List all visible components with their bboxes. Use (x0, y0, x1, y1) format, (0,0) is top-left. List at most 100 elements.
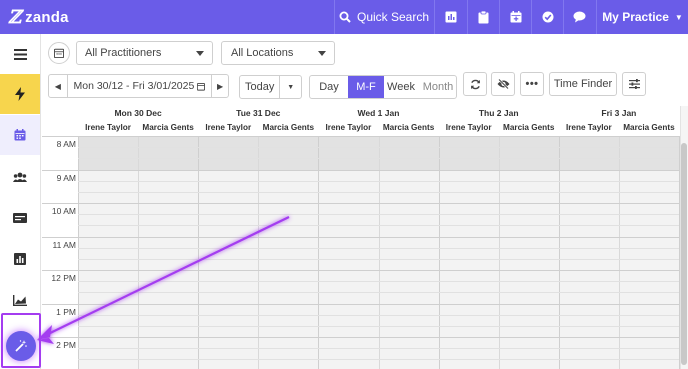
sidebar-item-dashboard[interactable] (0, 74, 40, 114)
day-column-header[interactable]: Mon 30 Dec (78, 108, 198, 120)
menu-icon (13, 48, 27, 60)
chevron-down-icon (318, 51, 326, 56)
eye-slash-icon (497, 79, 509, 89)
today-split-button: Today ▼ (239, 75, 302, 99)
hour-line (42, 337, 679, 338)
sidebar-menu-toggle[interactable] (0, 34, 40, 74)
time-label: 2 PM (56, 340, 76, 350)
more-options-button[interactable]: ••• (520, 72, 544, 96)
hour-line (42, 170, 679, 171)
sidebar-item-billing[interactable] (0, 198, 40, 238)
practitioner-column-header[interactable]: Irene Taylor (78, 123, 138, 135)
day-column-header[interactable]: Fri 3 Jan (559, 108, 679, 120)
mini-calendar-button[interactable] (48, 42, 70, 64)
practitioner-column-header[interactable]: Irene Taylor (559, 123, 619, 135)
day-column-header[interactable]: Wed 1 Jan (318, 108, 438, 120)
calendar-icon (14, 129, 26, 141)
previous-week-button[interactable]: ◀ (49, 82, 67, 91)
practitioner-column-header[interactable]: Marcia Gents (379, 123, 439, 135)
sliders-icon (628, 79, 640, 89)
slot-line (78, 214, 679, 215)
view-mf-button[interactable]: M-F (348, 76, 384, 98)
calendar-scrollbar-thumb[interactable] (681, 143, 687, 365)
magic-tools-button[interactable] (6, 331, 36, 361)
next-week-button[interactable]: ▶ (212, 82, 228, 91)
tasks-shortcut-button[interactable] (467, 0, 499, 34)
zanda-logo-mark: ℤ (8, 7, 22, 28)
hide-cancelled-button[interactable] (491, 72, 515, 96)
hour-line (42, 136, 679, 137)
zanda-logo[interactable]: ℤ zanda (8, 7, 69, 28)
reports-shortcut-button[interactable] (434, 0, 466, 34)
practitioner-column-header[interactable]: Marcia Gents (138, 123, 198, 135)
slot-line (78, 348, 679, 349)
practitioner-column-header[interactable]: Marcia Gents (619, 123, 679, 135)
view-day-button[interactable]: Day (311, 76, 347, 98)
calendar-icon[interactable] (197, 82, 206, 91)
day-column-header[interactable]: Thu 2 Jan (439, 108, 559, 120)
practitioner-column-header[interactable]: Irene Taylor (318, 123, 378, 135)
slot-line (78, 315, 679, 316)
practitioners-dropdown[interactable]: All Practitioners (76, 41, 213, 65)
practitioner-column-header[interactable]: Irene Taylor (439, 123, 499, 135)
slot-line (78, 259, 679, 260)
slot-line (78, 248, 679, 249)
sidebar-item-reports[interactable] (0, 239, 40, 279)
hour-line (42, 203, 679, 204)
clients-icon (13, 172, 27, 182)
more-icon: ••• (525, 78, 539, 90)
chevron-down-icon[interactable]: ▼ (280, 84, 301, 91)
view-week-button[interactable]: Week (384, 76, 418, 98)
calendar-settings-button[interactable] (622, 72, 646, 96)
slot-line (78, 181, 679, 182)
view-switcher: Day M-F Week Month (309, 75, 457, 99)
practitioner-column-header[interactable]: Irene Taylor (198, 123, 258, 135)
hour-line (42, 270, 679, 271)
today-button[interactable]: Today (240, 81, 279, 93)
messages-shortcut-button[interactable] (563, 0, 595, 34)
date-range-label[interactable]: Mon 30/12 - Fri 3/01/2025 (68, 80, 195, 92)
time-label: 10 AM (51, 206, 76, 216)
brand-name: zanda (25, 9, 69, 26)
time-label: 1 PM (56, 307, 76, 317)
quick-search-label: Quick Search (356, 10, 430, 24)
slot-line (78, 147, 679, 148)
check-circle-icon (542, 11, 553, 23)
locations-dropdown-value: All Locations (231, 47, 294, 59)
sidebar-item-clients[interactable] (0, 157, 40, 197)
reports-icon (14, 253, 26, 265)
slot-line (78, 292, 679, 293)
refresh-icon (470, 79, 480, 89)
hour-line (42, 237, 679, 238)
quick-search-button[interactable]: Quick Search (334, 0, 433, 34)
time-finder-button[interactable]: Time Finder (549, 72, 617, 96)
report-icon (445, 11, 456, 23)
locations-dropdown[interactable]: All Locations (221, 41, 335, 65)
view-month-button[interactable]: Month (418, 76, 456, 98)
completed-shortcut-button[interactable] (531, 0, 563, 34)
date-navigator: ◀ Mon 30/12 - Fri 3/01/2025 ▶ (48, 74, 229, 98)
time-label: 9 AM (56, 173, 76, 183)
day-column-header[interactable]: Tue 31 Dec (198, 108, 318, 120)
time-label: 12 PM (51, 273, 76, 283)
bolt-icon (15, 87, 25, 101)
refresh-button[interactable] (463, 72, 487, 96)
chevron-down-icon: ▼ (674, 12, 683, 22)
practitioner-column-header[interactable]: Marcia Gents (258, 123, 318, 135)
practice-switcher[interactable]: My Practice ▼ (596, 0, 688, 34)
new-appointment-shortcut-button[interactable] (499, 0, 531, 34)
billing-icon (13, 213, 27, 223)
time-finder-label: Time Finder (553, 78, 613, 90)
search-icon (339, 11, 351, 23)
practice-name: My Practice (602, 10, 669, 24)
calendar-add-icon (510, 11, 521, 23)
slot-line (78, 281, 679, 282)
time-label: 11 AM (52, 240, 76, 250)
slot-line (78, 359, 679, 360)
hour-line (42, 304, 679, 305)
practitioners-dropdown-value: All Practitioners (85, 47, 162, 59)
magic-wand-icon (15, 340, 27, 352)
sidebar-item-calendar[interactable] (0, 115, 40, 155)
slot-line (78, 326, 679, 327)
practitioner-column-header[interactable]: Marcia Gents (499, 123, 559, 135)
